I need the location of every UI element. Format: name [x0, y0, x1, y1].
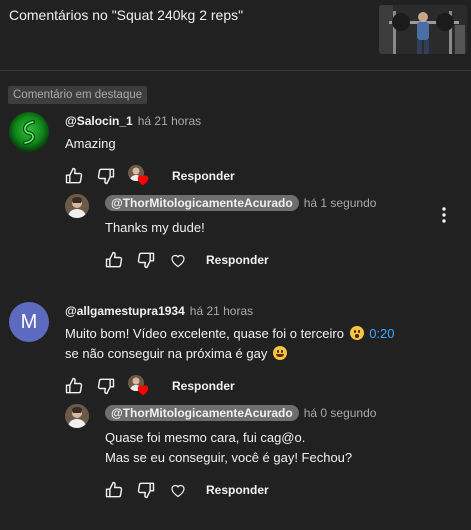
reply-button[interactable]: Responder: [206, 483, 269, 497]
comment-time[interactable]: há 21 horas: [138, 114, 201, 128]
reply-button[interactable]: Responder: [172, 169, 235, 183]
avatar-salocin[interactable]: [9, 112, 49, 152]
comments-header: Comentários no "Squat 240kg 2 reps": [0, 0, 471, 70]
heart-outline-icon[interactable]: [166, 478, 190, 502]
comment-text-line-1: Muito bom! Vídeo excelente, quase foi o …: [65, 323, 395, 344]
more-vertical-icon[interactable]: [436, 203, 452, 227]
comment-text-part: se não conseguir na próxima é gay: [65, 346, 268, 361]
thumb-up-icon[interactable]: [102, 478, 126, 502]
reply-meta: @ThorMitologicamenteAcurado há 0 segundo: [105, 405, 376, 421]
heart-outline-icon[interactable]: [166, 248, 190, 272]
comment-time[interactable]: há 21 horas: [190, 304, 253, 318]
comment-meta: @Salocin_1 há 21 horas: [65, 114, 201, 128]
video-thumbnail[interactable]: [379, 5, 467, 54]
thumb-up-icon[interactable]: [62, 374, 86, 398]
comments-title: Comentários no "Squat 240kg 2 reps": [9, 7, 244, 23]
thumb-up-icon[interactable]: [62, 164, 86, 188]
thumb-down-icon[interactable]: [94, 164, 118, 188]
reply-time[interactable]: há 0 segundo: [304, 406, 377, 420]
reply-text-line-2: Mas se eu conseguir, você é gay! Fechou?: [105, 450, 353, 465]
reply-text-line-1: Quase foi mesmo cara, fui cag@o.: [105, 430, 306, 445]
thumb-down-icon[interactable]: [94, 374, 118, 398]
creator-heart-badge[interactable]: [128, 165, 150, 187]
reply-author-chip[interactable]: @ThorMitologicamenteAcurado: [105, 405, 299, 421]
reply-actions: Responder: [102, 248, 269, 272]
reply-time[interactable]: há 1 segundo: [304, 196, 377, 210]
reply-actions: Responder: [102, 478, 269, 502]
surprised-face-icon: [349, 326, 364, 340]
pinned-comment-chip: Comentário em destaque: [8, 86, 148, 104]
comment-text-part: Muito bom! Vídeo excelente, quase foi o …: [65, 326, 344, 341]
thumb-up-icon[interactable]: [102, 248, 126, 272]
comment-actions: Responder: [62, 164, 235, 188]
reply-button[interactable]: Responder: [172, 379, 235, 393]
heart-icon: [137, 175, 149, 186]
thumb-down-icon[interactable]: [134, 248, 158, 272]
comment-text-line-2: se não conseguir na próxima é gay: [65, 343, 289, 364]
header-divider: [0, 70, 471, 71]
reply-meta: @ThorMitologicamenteAcurado há 1 segundo: [105, 195, 376, 211]
comment-meta: @allgamestupra1934 há 21 horas: [65, 304, 253, 318]
reply-text: Thanks my dude!: [105, 220, 205, 235]
comment-actions: Responder: [62, 374, 235, 398]
avatar-allgamestupra[interactable]: M: [9, 302, 49, 342]
comment-author[interactable]: @allgamestupra1934: [65, 304, 185, 318]
comment-author[interactable]: @Salocin_1: [65, 114, 133, 128]
avatar-thor[interactable]: [65, 194, 89, 218]
heart-icon: [137, 385, 149, 396]
thumb-down-icon[interactable]: [134, 478, 158, 502]
creator-heart-badge[interactable]: [128, 375, 150, 397]
reply-button[interactable]: Responder: [206, 253, 269, 267]
reply-author-chip[interactable]: @ThorMitologicamenteAcurado: [105, 195, 299, 211]
avatar-thor[interactable]: [65, 404, 89, 428]
laughing-face-icon: [272, 346, 287, 360]
timestamp-link[interactable]: 0:20: [369, 326, 394, 341]
comment-text: Amazing: [65, 136, 116, 151]
